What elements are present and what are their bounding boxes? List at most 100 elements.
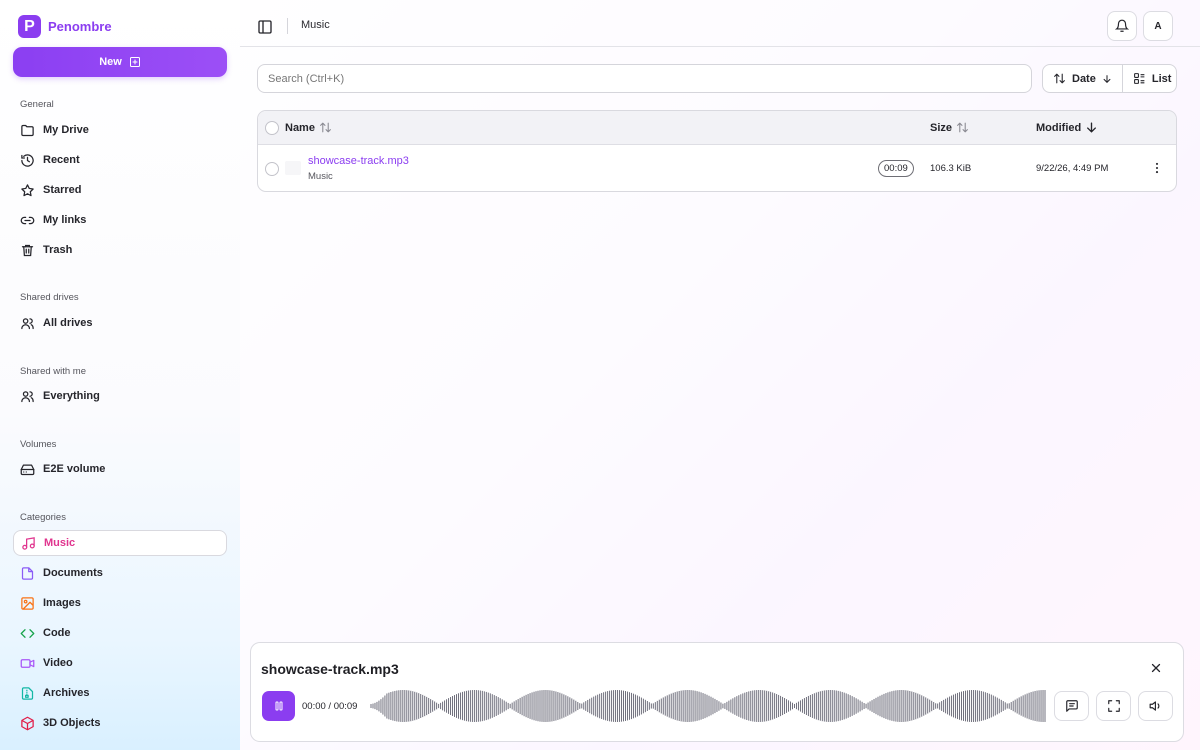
sidebar-item-starred[interactable]: Starred [13, 177, 227, 203]
trash-icon [21, 244, 34, 256]
brand-logo: P [18, 15, 41, 38]
sidebar-item-label: Trash [43, 244, 73, 256]
avatar-initial: A [1154, 20, 1162, 32]
sidebar-item-trash[interactable]: Trash [13, 237, 227, 263]
column-header-modified[interactable]: Modified [1036, 121, 1098, 134]
section-title-categories: Categories [20, 512, 66, 523]
arrow-down-icon [1087, 122, 1097, 133]
fullscreen-icon [1107, 700, 1120, 712]
pause-icon [275, 701, 282, 711]
sidebar-item-3d-objects[interactable]: 3D Objects [13, 710, 227, 736]
section-title-volumes: Volumes [20, 439, 57, 450]
view-button[interactable]: List [1121, 65, 1182, 92]
bell-icon [1115, 19, 1129, 32]
archive-icon [21, 686, 34, 700]
document-icon [21, 566, 34, 580]
sidebar-item-label: Everything [43, 390, 100, 402]
duration-badge: 00:09 [878, 160, 914, 177]
lyrics-button[interactable] [1054, 691, 1089, 721]
sidebar-item-label: Music [44, 537, 76, 549]
sidebar-item-archives[interactable]: Archives [13, 680, 227, 706]
brand[interactable]: P Penombre [18, 15, 112, 38]
section-title-shared-drives: Shared drives [20, 292, 79, 303]
column-header-name[interactable]: Name [285, 121, 332, 134]
sidebar-item-label: Images [43, 597, 81, 609]
table-header: Name Size Modified [258, 111, 1176, 145]
new-button[interactable]: New [13, 47, 227, 77]
video-icon [20, 658, 35, 668]
row-checkbox[interactable] [265, 162, 279, 176]
cube-icon [21, 716, 34, 730]
waveform[interactable] [369, 689, 1049, 723]
sort-button[interactable]: Date [1043, 65, 1122, 92]
file-table: Name Size Modified showcase-track.mp3 Mu… [257, 110, 1177, 192]
brand-name: Penombre [48, 19, 112, 34]
sidebar-item-all-drives[interactable]: All drives [13, 310, 227, 336]
sidebar-toggle-icon[interactable] [257, 19, 273, 35]
sidebar: P Penombre New General My Drive Recent S… [0, 0, 240, 750]
list-view-icon [1133, 73, 1145, 84]
sort-arrows-icon [1054, 73, 1065, 84]
folder-icon [21, 124, 34, 136]
new-button-label: New [99, 56, 122, 68]
search-input[interactable] [257, 64, 1032, 93]
sort-view-controls: Date List [1042, 64, 1177, 93]
pause-button[interactable] [262, 691, 295, 721]
image-icon [21, 596, 34, 610]
sidebar-item-e2e-volume[interactable]: E2E volume [13, 456, 227, 482]
select-all-checkbox[interactable] [265, 121, 279, 135]
sidebar-item-recent[interactable]: Recent [13, 147, 227, 173]
sidebar-item-label: E2E volume [43, 463, 106, 475]
audio-player: showcase-track.mp3 00:00 / 00:09 [250, 642, 1184, 742]
code-icon [20, 628, 35, 638]
file-modified: 9/22/26, 4:49 PM [1036, 163, 1109, 174]
sidebar-item-label: 3D Objects [43, 717, 101, 729]
column-label: Name [285, 121, 315, 134]
fullscreen-button[interactable] [1096, 691, 1131, 721]
sidebar-item-my-drive[interactable]: My Drive [13, 117, 227, 143]
playback-time: 00:00 / 00:09 [302, 701, 358, 712]
music-icon [22, 536, 35, 550]
section-title-shared-with-me: Shared with me [20, 366, 87, 377]
sidebar-item-video[interactable]: Video [13, 650, 227, 676]
sidebar-item-my-links[interactable]: My links [13, 207, 227, 233]
breadcrumb: Music [301, 19, 330, 31]
sidebar-item-code[interactable]: Code [13, 620, 227, 646]
column-label: Modified [1036, 121, 1082, 134]
volume-button[interactable] [1138, 691, 1173, 721]
sidebar-item-label: Starred [43, 184, 82, 196]
avatar[interactable]: A [1143, 11, 1173, 41]
sidebar-item-label: My Drive [43, 124, 89, 136]
sidebar-item-label: Code [43, 627, 71, 639]
clock-icon [21, 153, 34, 167]
file-category: Music [308, 171, 333, 182]
view-label: List [1151, 72, 1172, 85]
file-thumbnail [285, 161, 301, 175]
sidebar-item-images[interactable]: Images [13, 590, 227, 616]
sidebar-item-label: All drives [43, 317, 93, 329]
sidebar-item-label: Recent [43, 154, 80, 166]
topbar [240, 0, 1200, 47]
sort-label: Date [1072, 72, 1096, 85]
column-label: Size [930, 121, 953, 134]
sidebar-item-music[interactable]: Music [13, 530, 227, 556]
link-icon [20, 216, 35, 224]
section-title-general: General [20, 99, 54, 110]
users-icon [21, 390, 34, 402]
sort-arrows-icon [320, 122, 331, 133]
divider [287, 18, 288, 34]
star-icon [21, 183, 34, 196]
sidebar-item-documents[interactable]: Documents [13, 560, 227, 586]
plus-square-icon [129, 57, 140, 67]
table-row[interactable]: showcase-track.mp3 Music 00:09 106.3 KiB… [258, 145, 1176, 191]
file-name[interactable]: showcase-track.mp3 [308, 155, 409, 167]
sidebar-item-everything[interactable]: Everything [13, 383, 227, 409]
users-icon [21, 317, 34, 329]
close-icon[interactable] [1149, 661, 1163, 675]
column-header-size[interactable]: Size [930, 121, 969, 134]
more-vertical-icon[interactable] [1150, 161, 1164, 175]
sidebar-item-label: My links [43, 214, 87, 226]
sidebar-item-label: Archives [43, 687, 90, 699]
sort-arrows-icon [957, 122, 968, 133]
notifications-button[interactable] [1107, 11, 1137, 41]
